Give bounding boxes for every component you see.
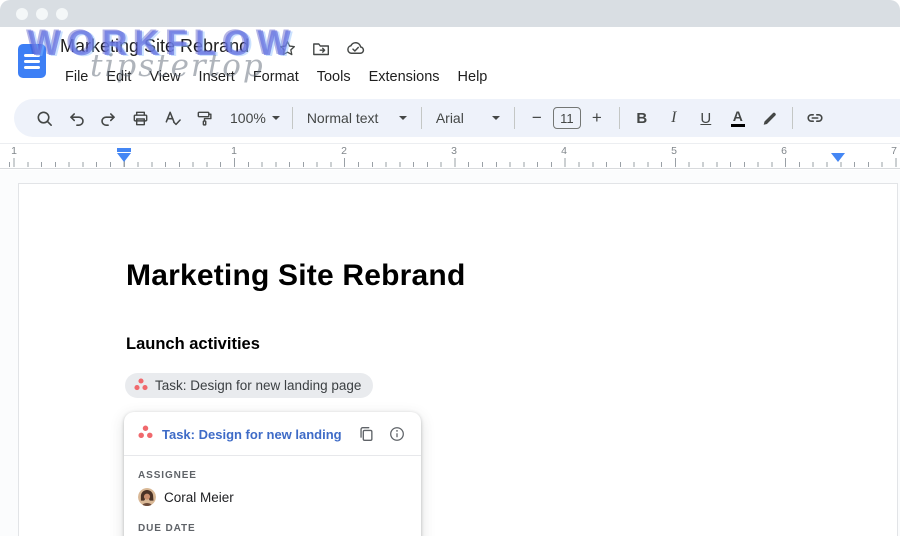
assignee-label: ASSIGNEE	[138, 470, 407, 481]
ruler-number: 1	[9, 145, 19, 157]
undo-button[interactable]	[62, 104, 90, 132]
ruler-number: 7	[889, 145, 899, 157]
print-icon	[131, 109, 150, 128]
assignee-name: Coral Meier	[164, 490, 234, 505]
bold-button[interactable]: B	[628, 104, 656, 132]
menu-file[interactable]: File	[56, 66, 97, 88]
docs-header: Marketing Site Rebrand Fil	[0, 27, 900, 97]
highlight-color-button[interactable]	[756, 104, 784, 132]
hovercard-task-link[interactable]: Task: Design for new landing p...	[162, 427, 346, 442]
italic-icon: I	[671, 109, 676, 127]
insert-link-button[interactable]	[801, 104, 829, 132]
chevron-down-icon	[399, 116, 407, 120]
zoom-value: 100%	[230, 110, 266, 126]
redo-button[interactable]	[94, 104, 122, 132]
highlighter-icon	[761, 109, 779, 127]
toolbar-divider	[792, 107, 793, 129]
asana-icon	[138, 425, 153, 444]
hovercard-header: Task: Design for new landing p...	[124, 412, 421, 455]
chevron-down-icon	[492, 116, 500, 120]
italic-button[interactable]: I	[660, 104, 688, 132]
asana-task-smart-chip[interactable]: Task: Design for new landing page	[125, 373, 373, 398]
decrease-font-size-button[interactable]: −	[523, 104, 551, 132]
toolbar-divider	[421, 107, 422, 129]
menu-insert[interactable]: Insert	[190, 66, 244, 88]
menu-extensions[interactable]: Extensions	[360, 66, 449, 88]
underline-icon: U	[700, 110, 711, 127]
search-icon	[35, 109, 54, 128]
menu-view[interactable]: View	[140, 66, 189, 88]
document-page: Marketing Site Rebrand Launch activities…	[18, 183, 898, 536]
window-minimize-button[interactable]	[36, 8, 48, 20]
paragraph-style-value: Normal text	[307, 110, 379, 126]
font-value: Arial	[436, 110, 464, 126]
link-icon	[805, 108, 825, 128]
info-icon[interactable]	[386, 423, 408, 445]
toolbar: 100% Normal text Arial − 11 + B I U A	[14, 99, 900, 137]
bold-icon: B	[636, 110, 647, 127]
print-button[interactable]	[126, 104, 154, 132]
spellcheck-icon	[163, 109, 182, 128]
chip-label: Task: Design for new landing page	[155, 378, 361, 393]
plus-icon: +	[592, 108, 602, 128]
app-window: Marketing Site Rebrand Fil	[0, 0, 900, 536]
chevron-down-icon	[272, 116, 280, 120]
due-date-label: DUE DATE	[138, 523, 407, 534]
menu-help[interactable]: Help	[449, 66, 497, 88]
font-size-input[interactable]: 11	[553, 107, 581, 129]
cloud-saved-icon[interactable]	[345, 38, 366, 59]
google-docs-icon[interactable]	[18, 44, 46, 78]
toolbar-divider	[292, 107, 293, 129]
underline-button[interactable]: U	[692, 104, 720, 132]
text-color-button[interactable]: A	[724, 104, 752, 132]
font-select[interactable]: Arial	[430, 104, 506, 132]
toolbar-divider	[514, 107, 515, 129]
increase-font-size-button[interactable]: +	[583, 104, 611, 132]
ruler-number: 3	[449, 145, 459, 157]
left-indent-marker[interactable]	[117, 148, 131, 162]
ruler-inch-ticks	[0, 158, 900, 167]
move-to-folder-icon[interactable]	[311, 39, 331, 59]
asana-task-hovercard: Task: Design for new landing p... ASS	[124, 412, 421, 536]
star-icon[interactable]	[278, 39, 297, 58]
toolbar-divider	[619, 107, 620, 129]
minus-icon: −	[532, 108, 542, 128]
menu-edit[interactable]: Edit	[97, 66, 140, 88]
paragraph-style-select[interactable]: Normal text	[301, 104, 413, 132]
spelling-check-button[interactable]	[158, 104, 186, 132]
window-titlebar	[0, 0, 900, 27]
doc-title-text: Marketing Site Rebrand	[126, 259, 465, 293]
menu-format[interactable]: Format	[244, 66, 308, 88]
paint-roller-icon	[195, 109, 214, 128]
redo-icon	[99, 109, 118, 128]
window-zoom-button[interactable]	[56, 8, 68, 20]
doc-heading-text: Launch activities	[126, 335, 260, 354]
ruler-number: 6	[779, 145, 789, 157]
asana-icon	[134, 378, 148, 394]
window-close-button[interactable]	[16, 8, 28, 20]
assignee-avatar	[138, 488, 156, 506]
paint-format-button[interactable]	[190, 104, 218, 132]
menu-bar: File Edit View Insert Format Tools Exten…	[56, 66, 496, 88]
document-title-field[interactable]: Marketing Site Rebrand	[60, 36, 249, 57]
copy-icon[interactable]	[355, 423, 377, 445]
horizontal-ruler: 1 1 2 3 4 5 6 7	[0, 143, 900, 169]
ruler-number: 4	[559, 145, 569, 157]
zoom-select[interactable]: 100%	[226, 104, 284, 132]
ruler-number: 5	[669, 145, 679, 157]
document-canvas: Marketing Site Rebrand Launch activities…	[0, 170, 900, 536]
undo-icon	[67, 109, 86, 128]
ruler-number: 2	[339, 145, 349, 157]
ruler-number: 1	[229, 145, 239, 157]
search-menus-button[interactable]	[30, 104, 58, 132]
menu-tools[interactable]: Tools	[308, 66, 360, 88]
right-indent-marker[interactable]	[831, 153, 845, 162]
text-color-icon: A	[731, 109, 745, 127]
hovercard-body: ASSIGNEE Coral Meier DUE DATE	[124, 456, 421, 536]
